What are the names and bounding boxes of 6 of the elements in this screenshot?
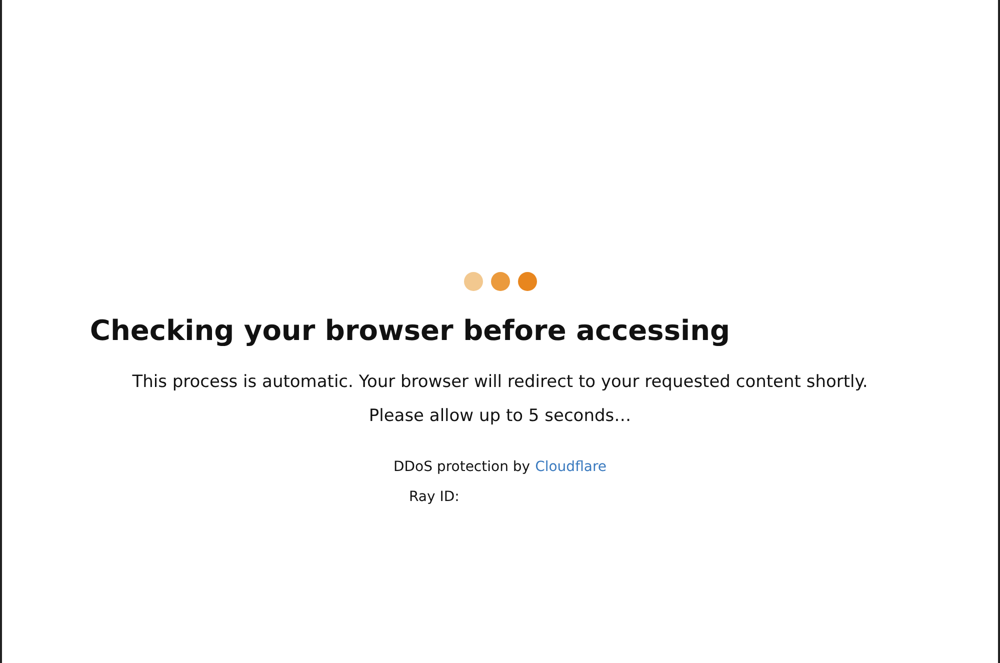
- ray-id-label: Ray ID:: [409, 489, 460, 505]
- protection-text: DDoS protection by: [393, 459, 530, 475]
- info-message: Please allow up to 5 seconds…: [368, 405, 632, 428]
- cloudflare-link[interactable]: Cloudflare: [535, 459, 607, 475]
- info-message: This process is automatic. Your browser will redirect to your requested content shortly.: [131, 371, 869, 394]
- page-heading: Checking your browser before accessing: [88, 314, 732, 347]
